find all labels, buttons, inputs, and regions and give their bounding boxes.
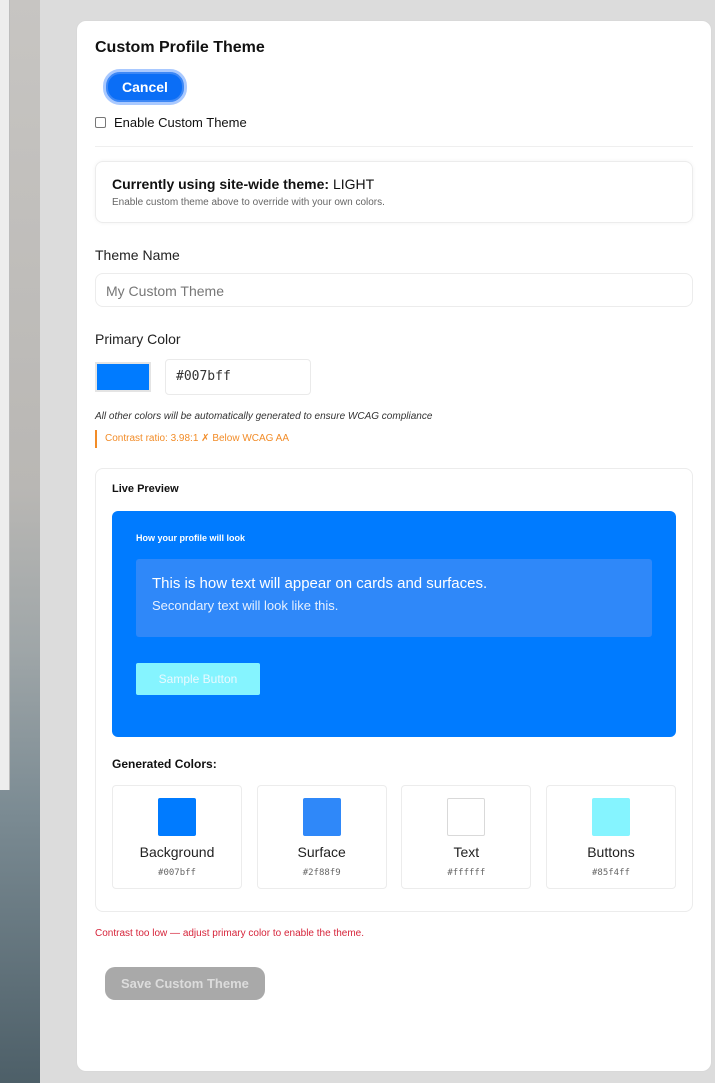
current-theme-label: Currently using site-wide theme:	[112, 176, 330, 192]
preview-surface-text: This is how text will appear on cards an…	[152, 575, 488, 592]
preview-card: How your profile will look This is how t…	[112, 511, 676, 737]
save-custom-theme-button[interactable]: Save Custom Theme	[105, 967, 265, 1000]
generated-color-card: Buttons #85f4ff	[545, 785, 676, 889]
generated-colors-title: Generated Colors:	[112, 757, 217, 771]
live-preview-box: Live Preview How your profile will look …	[95, 468, 693, 912]
generated-color-name: Surface	[297, 844, 346, 860]
generated-color-swatch	[158, 798, 196, 836]
panel-title: Custom Profile Theme	[95, 39, 265, 56]
generated-color-name: Buttons	[587, 844, 635, 860]
generated-colors-row: Background #007bff Surface #2f88f9 Text …	[112, 785, 676, 889]
generated-color-swatch	[302, 798, 341, 836]
preview-heading: How your profile will look	[136, 533, 246, 543]
generated-color-hex: #ffffff	[447, 868, 486, 878]
generated-color-name: Text	[453, 844, 480, 860]
primary-color-picker[interactable]	[95, 362, 151, 392]
enable-theme-checkbox[interactable]	[95, 117, 106, 128]
theme-name-input[interactable]: My Custom Theme	[95, 273, 693, 307]
generated-color-card: Background #007bff	[112, 785, 242, 889]
current-theme-box: Currently using site-wide theme: LIGHT E…	[95, 161, 693, 223]
generated-color-card: Text #ffffff	[401, 785, 532, 889]
generated-color-hex: #2f88f9	[302, 868, 341, 878]
sample-button[interactable]: Sample Button	[136, 663, 260, 695]
custom-theme-panel: Custom Profile Theme Cancel Enable Custo…	[76, 20, 712, 1072]
theme-name-label: Theme Name	[95, 247, 180, 263]
generated-color-hex: #85f4ff	[592, 868, 630, 878]
enable-theme-label: Enable Custom Theme	[114, 115, 247, 130]
generated-color-swatch	[447, 798, 486, 836]
current-theme-value: LIGHT	[332, 176, 375, 192]
primary-color-hex-input[interactable]: #007bff	[165, 359, 311, 395]
primary-color-label: Primary Color	[95, 331, 181, 347]
generated-color-name: Background	[139, 844, 215, 860]
preview-secondary-text: Secondary text will look like this.	[152, 598, 339, 613]
current-theme-title: Currently using site-wide theme: LIGHT	[112, 176, 676, 192]
enable-theme-row[interactable]: Enable Custom Theme	[95, 115, 693, 130]
left-panel-edge	[0, 0, 10, 790]
contrast-error-text: Contrast too low — adjust primary color …	[95, 928, 365, 939]
generated-color-card: Surface #2f88f9	[256, 785, 387, 889]
primary-color-row: #007bff	[95, 359, 693, 395]
generated-color-swatch	[591, 798, 630, 836]
contrast-warning: Contrast ratio: 3.98:1 ✗ Below WCAG AA	[95, 430, 693, 448]
current-theme-hint: Enable custom theme above to override wi…	[112, 197, 385, 208]
generated-color-hex: #007bff	[158, 868, 196, 878]
live-preview-title: Live Preview	[112, 483, 179, 495]
cancel-button[interactable]: Cancel	[103, 69, 187, 105]
auto-generate-note: All other colors will be automatically g…	[95, 411, 433, 422]
divider	[95, 146, 693, 147]
preview-surface: This is how text will appear on cards an…	[136, 559, 652, 637]
